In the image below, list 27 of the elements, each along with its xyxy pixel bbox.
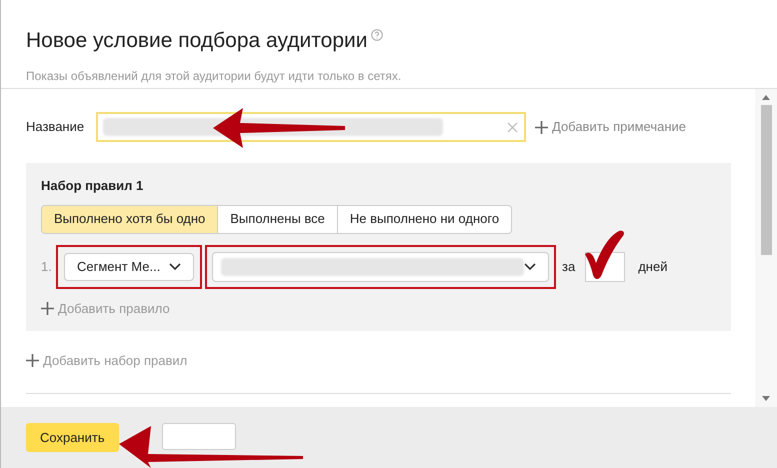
secondary-button[interactable] <box>162 423 236 450</box>
add-note-link[interactable]: Добавить примечание <box>535 117 686 137</box>
scroll-down-icon[interactable] <box>762 396 770 401</box>
rule-number: 1. <box>41 258 53 276</box>
plus-icon <box>41 302 54 315</box>
period-label: дней <box>638 258 668 276</box>
scrollbar[interactable] <box>755 89 777 407</box>
mode-tab[interactable]: Не выполнено ни одного <box>336 206 512 232</box>
save-button[interactable]: Сохранить <box>26 423 119 452</box>
segment-select[interactable]: Сегмент Ме... <box>64 252 194 280</box>
checkmark-annotation <box>583 230 625 280</box>
condition-select[interactable] <box>212 252 549 282</box>
clear-icon[interactable] <box>507 122 518 132</box>
plus-icon <box>26 354 39 368</box>
rule-set-title: Набор правил 1 <box>41 177 144 195</box>
mode-tab[interactable]: Выполнено хотя бы одно <box>42 206 218 232</box>
dialog-subtitle: Показы объявлений для этой аудитории будут идти только в сетях. <box>26 68 402 85</box>
chevron-down-icon <box>169 262 181 270</box>
scroll-up-icon[interactable] <box>762 95 770 100</box>
dialog-title: Новое условие подбора аудитории <box>26 28 368 54</box>
chevron-down-icon <box>524 262 536 270</box>
scrollbar-thumb[interactable] <box>760 105 772 255</box>
plus-icon <box>535 120 548 134</box>
field-label: Название <box>26 118 86 136</box>
mode-tab[interactable]: Выполнены все <box>217 206 337 232</box>
help-icon[interactable] <box>371 29 384 41</box>
period-label: за <box>562 258 576 276</box>
